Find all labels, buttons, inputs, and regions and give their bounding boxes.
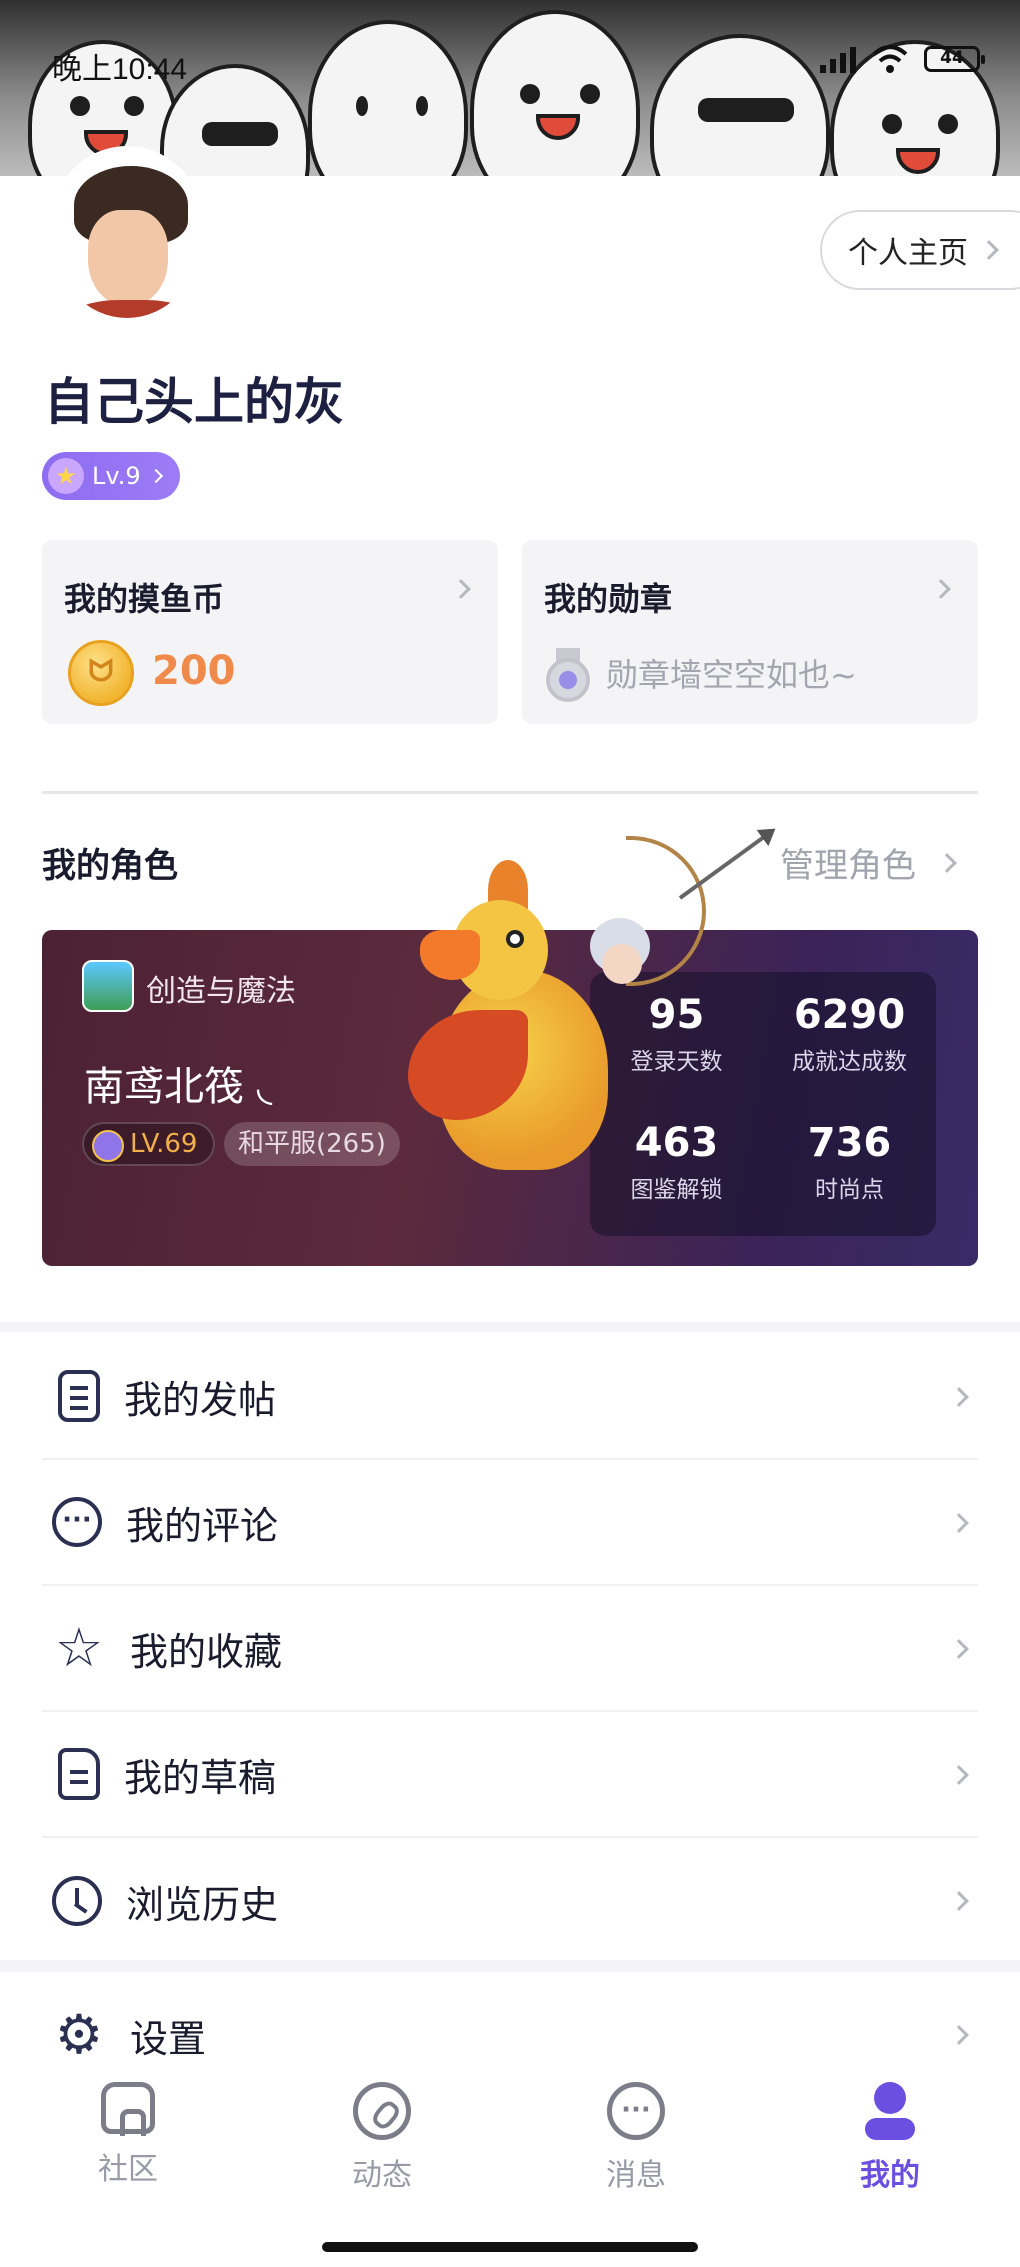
manage-roles-label: 管理角色: [780, 846, 916, 886]
menu-label: 我的发帖: [124, 1377, 277, 1422]
game-icon: [82, 960, 134, 1012]
coin-balance: 200: [152, 648, 236, 694]
chevron-right-icon: [949, 1765, 969, 1785]
message-icon: [607, 2082, 665, 2140]
wifi-icon: [872, 45, 908, 73]
signal-icon: [820, 45, 856, 73]
medals-card-title: 我的勋章: [544, 580, 673, 618]
stat-fashion-points: 736 时尚点: [807, 1120, 892, 1203]
chevron-right-icon: [949, 1891, 969, 1911]
bottom-tab-bar: 社区 动态 消息 我的: [0, 2062, 1020, 2267]
tab-messages[interactable]: 消息: [556, 2082, 716, 2194]
tab-me[interactable]: 我的: [810, 2082, 970, 2194]
comment-icon: [52, 1497, 102, 1547]
medal-icon: [546, 648, 590, 702]
coin-icon: ᗢ: [68, 640, 134, 706]
home-indicator[interactable]: [322, 2242, 698, 2252]
game-name: 创造与魔法: [146, 974, 296, 1009]
profile-icon: [861, 2082, 919, 2140]
gear-icon: ⚙: [54, 2003, 104, 2066]
stat-achievements: 6290 成就达成数: [792, 992, 907, 1075]
star-icon: ★: [48, 458, 84, 494]
medals-card[interactable]: 我的勋章 勋章墙空空如也~: [522, 540, 978, 724]
avatar[interactable]: [46, 146, 208, 324]
menu-my-drafts[interactable]: 我的草稿: [42, 1712, 978, 1838]
archer-character-illustration: [580, 908, 670, 1018]
coins-card[interactable]: 我的摸鱼币 ᗢ 200: [42, 540, 498, 724]
username: 自己头上的灰: [44, 373, 344, 431]
menu-label: 浏览历史: [126, 1882, 279, 1927]
menu-my-favorites[interactable]: ☆ 我的收藏: [42, 1586, 978, 1712]
chevron-right-icon: [451, 579, 471, 599]
home-icon: [101, 2082, 155, 2136]
tab-label: 社区: [98, 2152, 158, 2187]
menu-browse-history[interactable]: 浏览历史: [42, 1838, 978, 1964]
roles-section-title: 我的角色: [42, 846, 178, 886]
chevron-right-icon: [949, 1387, 969, 1407]
clock-icon: [52, 1876, 102, 1926]
battery-icon: 44: [924, 46, 985, 72]
chevron-right-icon: [148, 468, 163, 484]
medals-empty-text: 勋章墙空空如也~: [606, 656, 857, 694]
menu-label: 设置: [130, 2016, 207, 2061]
homepage-button-label: 个人主页: [848, 236, 968, 271]
section-separator: [0, 1960, 1020, 1972]
compass-icon: [353, 2082, 411, 2140]
chevron-right-icon: [937, 852, 957, 873]
star-icon: ☆: [54, 1616, 104, 1679]
tab-label: 我的: [860, 2158, 920, 2193]
chevron-right-icon: [931, 579, 951, 599]
tab-label: 消息: [606, 2158, 666, 2193]
level-badge[interactable]: ★ Lv.9: [42, 452, 180, 500]
chevron-right-icon: [979, 240, 999, 260]
tab-label: 动态: [352, 2158, 412, 2193]
chevron-right-icon: [949, 1513, 969, 1533]
manage-roles-link[interactable]: 管理角色: [780, 838, 957, 887]
ghost-illustration: [308, 20, 468, 178]
role-level-badge: LV.69: [82, 1122, 216, 1166]
ghost-illustration: [470, 10, 640, 178]
divider: [42, 791, 978, 794]
tab-community[interactable]: 社区: [48, 2082, 208, 2188]
chevron-right-icon: [949, 1639, 969, 1659]
coins-card-title: 我的摸鱼币: [64, 580, 225, 618]
role-server-badge: 和平服(265): [224, 1122, 400, 1166]
status-time: 晚上10:44: [52, 53, 188, 86]
tab-feed[interactable]: 动态: [302, 2082, 462, 2194]
homepage-button[interactable]: 个人主页: [820, 210, 1020, 290]
menu-my-comments[interactable]: 我的评论: [42, 1460, 978, 1586]
menu-my-posts[interactable]: 我的发帖: [42, 1334, 978, 1460]
menu-label: 我的收藏: [130, 1629, 283, 1674]
draft-icon: [58, 1748, 100, 1800]
level-text: Lv.9: [92, 462, 141, 490]
post-icon: [58, 1370, 100, 1422]
menu-label: 我的草稿: [124, 1755, 277, 1800]
role-name: 南鸢北筏 ◟: [84, 1064, 273, 1110]
ghost-illustration: [650, 34, 830, 178]
menu-label: 我的评论: [126, 1503, 279, 1548]
status-icons: 44: [820, 44, 985, 74]
section-separator: [0, 1322, 1020, 1332]
chevron-right-icon: [949, 2025, 969, 2045]
